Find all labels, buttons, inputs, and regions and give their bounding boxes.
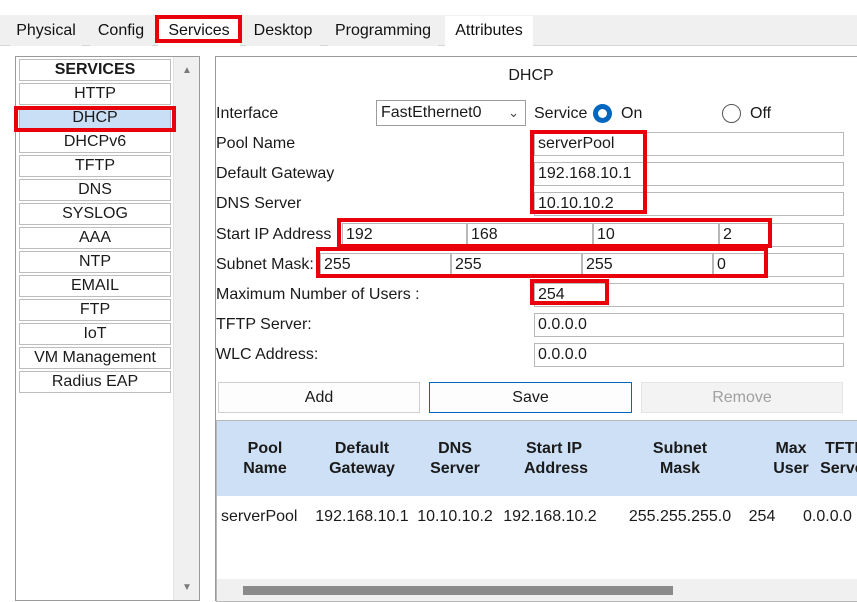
interface-value: FastEthernet0: [381, 104, 482, 121]
interface-label: Interface: [216, 105, 279, 122]
panel-title: DHCP: [508, 67, 554, 84]
remove-button[interactable]: Remove: [641, 382, 843, 413]
col-header-subnet-mask-text: Subnet Mask: [652, 439, 708, 477]
service-item-iot[interactable]: IoT: [19, 323, 171, 345]
service-item-aaa[interactable]: AAA: [19, 227, 171, 249]
pools-table-header: Pool Name Default Gateway DNS Server Sta…: [217, 421, 857, 496]
tab-config[interactable]: Config: [90, 16, 152, 46]
service-item-dns[interactable]: DNS: [19, 179, 171, 201]
start-ip-octet-2[interactable]: 168: [467, 223, 593, 247]
cell-start-ip[interactable]: 192.168.10.2: [499, 505, 601, 529]
tab-services[interactable]: Services: [158, 16, 240, 46]
col-header-subnet-mask: Subnet Mask: [609, 421, 751, 496]
tab-programming[interactable]: Programming: [328, 16, 438, 46]
service-item-dhcp[interactable]: DHCP: [19, 107, 171, 129]
scroll-down-arrow-icon[interactable]: ▼: [174, 578, 200, 598]
save-button[interactable]: Save: [429, 382, 632, 413]
col-header-dns-server-text: DNS Server: [430, 439, 480, 477]
cell-pool-name[interactable]: serverPool: [221, 505, 301, 529]
wlc-address-label: WLC Address:: [216, 346, 319, 363]
wlc-address-input[interactable]: 0.0.0.0: [534, 343, 844, 367]
service-item-vm-management[interactable]: VM Management: [19, 347, 171, 369]
col-header-pool-name-text: Pool Name: [243, 439, 287, 477]
start-ip-label: Start IP Address :: [216, 226, 341, 243]
cell-max-user[interactable]: 254: [727, 505, 797, 529]
dns-server-label: DNS Server: [216, 195, 302, 212]
dns-server-input[interactable]: 10.10.10.2: [534, 192, 844, 216]
service-on-radio[interactable]: [593, 104, 612, 123]
tab-desktop[interactable]: Desktop: [246, 16, 320, 46]
service-item-radius-eap[interactable]: Radius EAP: [19, 371, 171, 393]
content-area: SERVICES HTTP DHCP DHCPv6 TFTP DNS SYSLO…: [0, 46, 857, 602]
subnet-octet-1[interactable]: 255: [320, 253, 451, 277]
default-gateway-input[interactable]: 192.168.10.1: [534, 162, 844, 186]
pool-name-input[interactable]: serverPool: [534, 132, 844, 156]
start-ip-octet-3[interactable]: 10: [593, 223, 719, 247]
services-list-header: SERVICES: [19, 59, 171, 81]
scrollbar-thumb[interactable]: [243, 586, 673, 595]
start-ip-octet-4[interactable]: 2: [719, 223, 844, 247]
col-header-default-gateway-text: Default Gateway: [329, 439, 395, 477]
cell-tftp-server[interactable]: 0.0.0.0: [803, 505, 857, 529]
col-header-start-ip: Start IP Address: [499, 421, 609, 496]
pools-table: Pool Name Default Gateway DNS Server Sta…: [216, 420, 857, 602]
tftp-server-label: TFTP Server:: [216, 316, 312, 333]
max-users-input[interactable]: 254: [534, 283, 844, 307]
col-header-start-ip-text: Start IP Address: [524, 439, 589, 477]
service-label: Service: [534, 105, 588, 122]
tab-physical[interactable]: Physical: [10, 16, 82, 46]
col-header-tftp-server: TFTP Server: [807, 421, 857, 496]
pool-name-label: Pool Name: [216, 135, 296, 152]
service-item-syslog[interactable]: SYSLOG: [19, 203, 171, 225]
service-item-http[interactable]: HTTP: [19, 83, 171, 105]
services-list-scrollbar[interactable]: ▲ ▼: [173, 57, 199, 600]
service-item-tftp[interactable]: TFTP: [19, 155, 171, 177]
col-header-dns-server: DNS Server: [411, 421, 499, 496]
chevron-down-icon: ⌄: [508, 105, 519, 120]
scroll-up-arrow-icon[interactable]: ▲: [174, 61, 200, 81]
service-off-label: Off: [750, 105, 772, 122]
col-header-default-gateway: Default Gateway: [313, 421, 411, 496]
subnet-mask-label: Subnet Mask:: [216, 256, 314, 273]
tab-bar: Physical Config Services Desktop Program…: [0, 0, 857, 46]
subnet-octet-4[interactable]: 0: [713, 253, 844, 277]
max-users-label: Maximum Number of Users :: [216, 286, 420, 303]
service-item-email[interactable]: EMAIL: [19, 275, 171, 297]
cell-dns-server[interactable]: 10.10.10.2: [411, 505, 499, 529]
interface-select[interactable]: FastEthernet0 ⌄: [376, 100, 526, 126]
col-header-tftp-server-text: TFTP Server: [820, 439, 857, 477]
service-item-dhcpv6[interactable]: DHCPv6: [19, 131, 171, 153]
service-on-label: On: [621, 105, 643, 122]
start-ip-octet-1[interactable]: 192: [342, 223, 467, 247]
dhcp-panel: DHCP Interface FastEthernet0 ⌄ Service O…: [215, 56, 857, 602]
services-list: SERVICES HTTP DHCP DHCPv6 TFTP DNS SYSLO…: [15, 56, 200, 601]
tftp-server-input[interactable]: 0.0.0.0: [534, 313, 844, 337]
add-button[interactable]: Add: [218, 382, 420, 413]
table-horizontal-scrollbar[interactable]: [217, 579, 857, 601]
col-header-pool-name: Pool Name: [217, 421, 313, 496]
subnet-octet-2[interactable]: 255: [451, 253, 582, 277]
subnet-octet-3[interactable]: 255: [582, 253, 713, 277]
cell-default-gateway[interactable]: 192.168.10.1: [313, 505, 411, 529]
tab-attributes[interactable]: Attributes: [445, 16, 533, 46]
service-off-radio[interactable]: [722, 104, 741, 123]
service-item-ntp[interactable]: NTP: [19, 251, 171, 273]
default-gateway-label: Default Gateway: [216, 165, 335, 182]
service-item-ftp[interactable]: FTP: [19, 299, 171, 321]
